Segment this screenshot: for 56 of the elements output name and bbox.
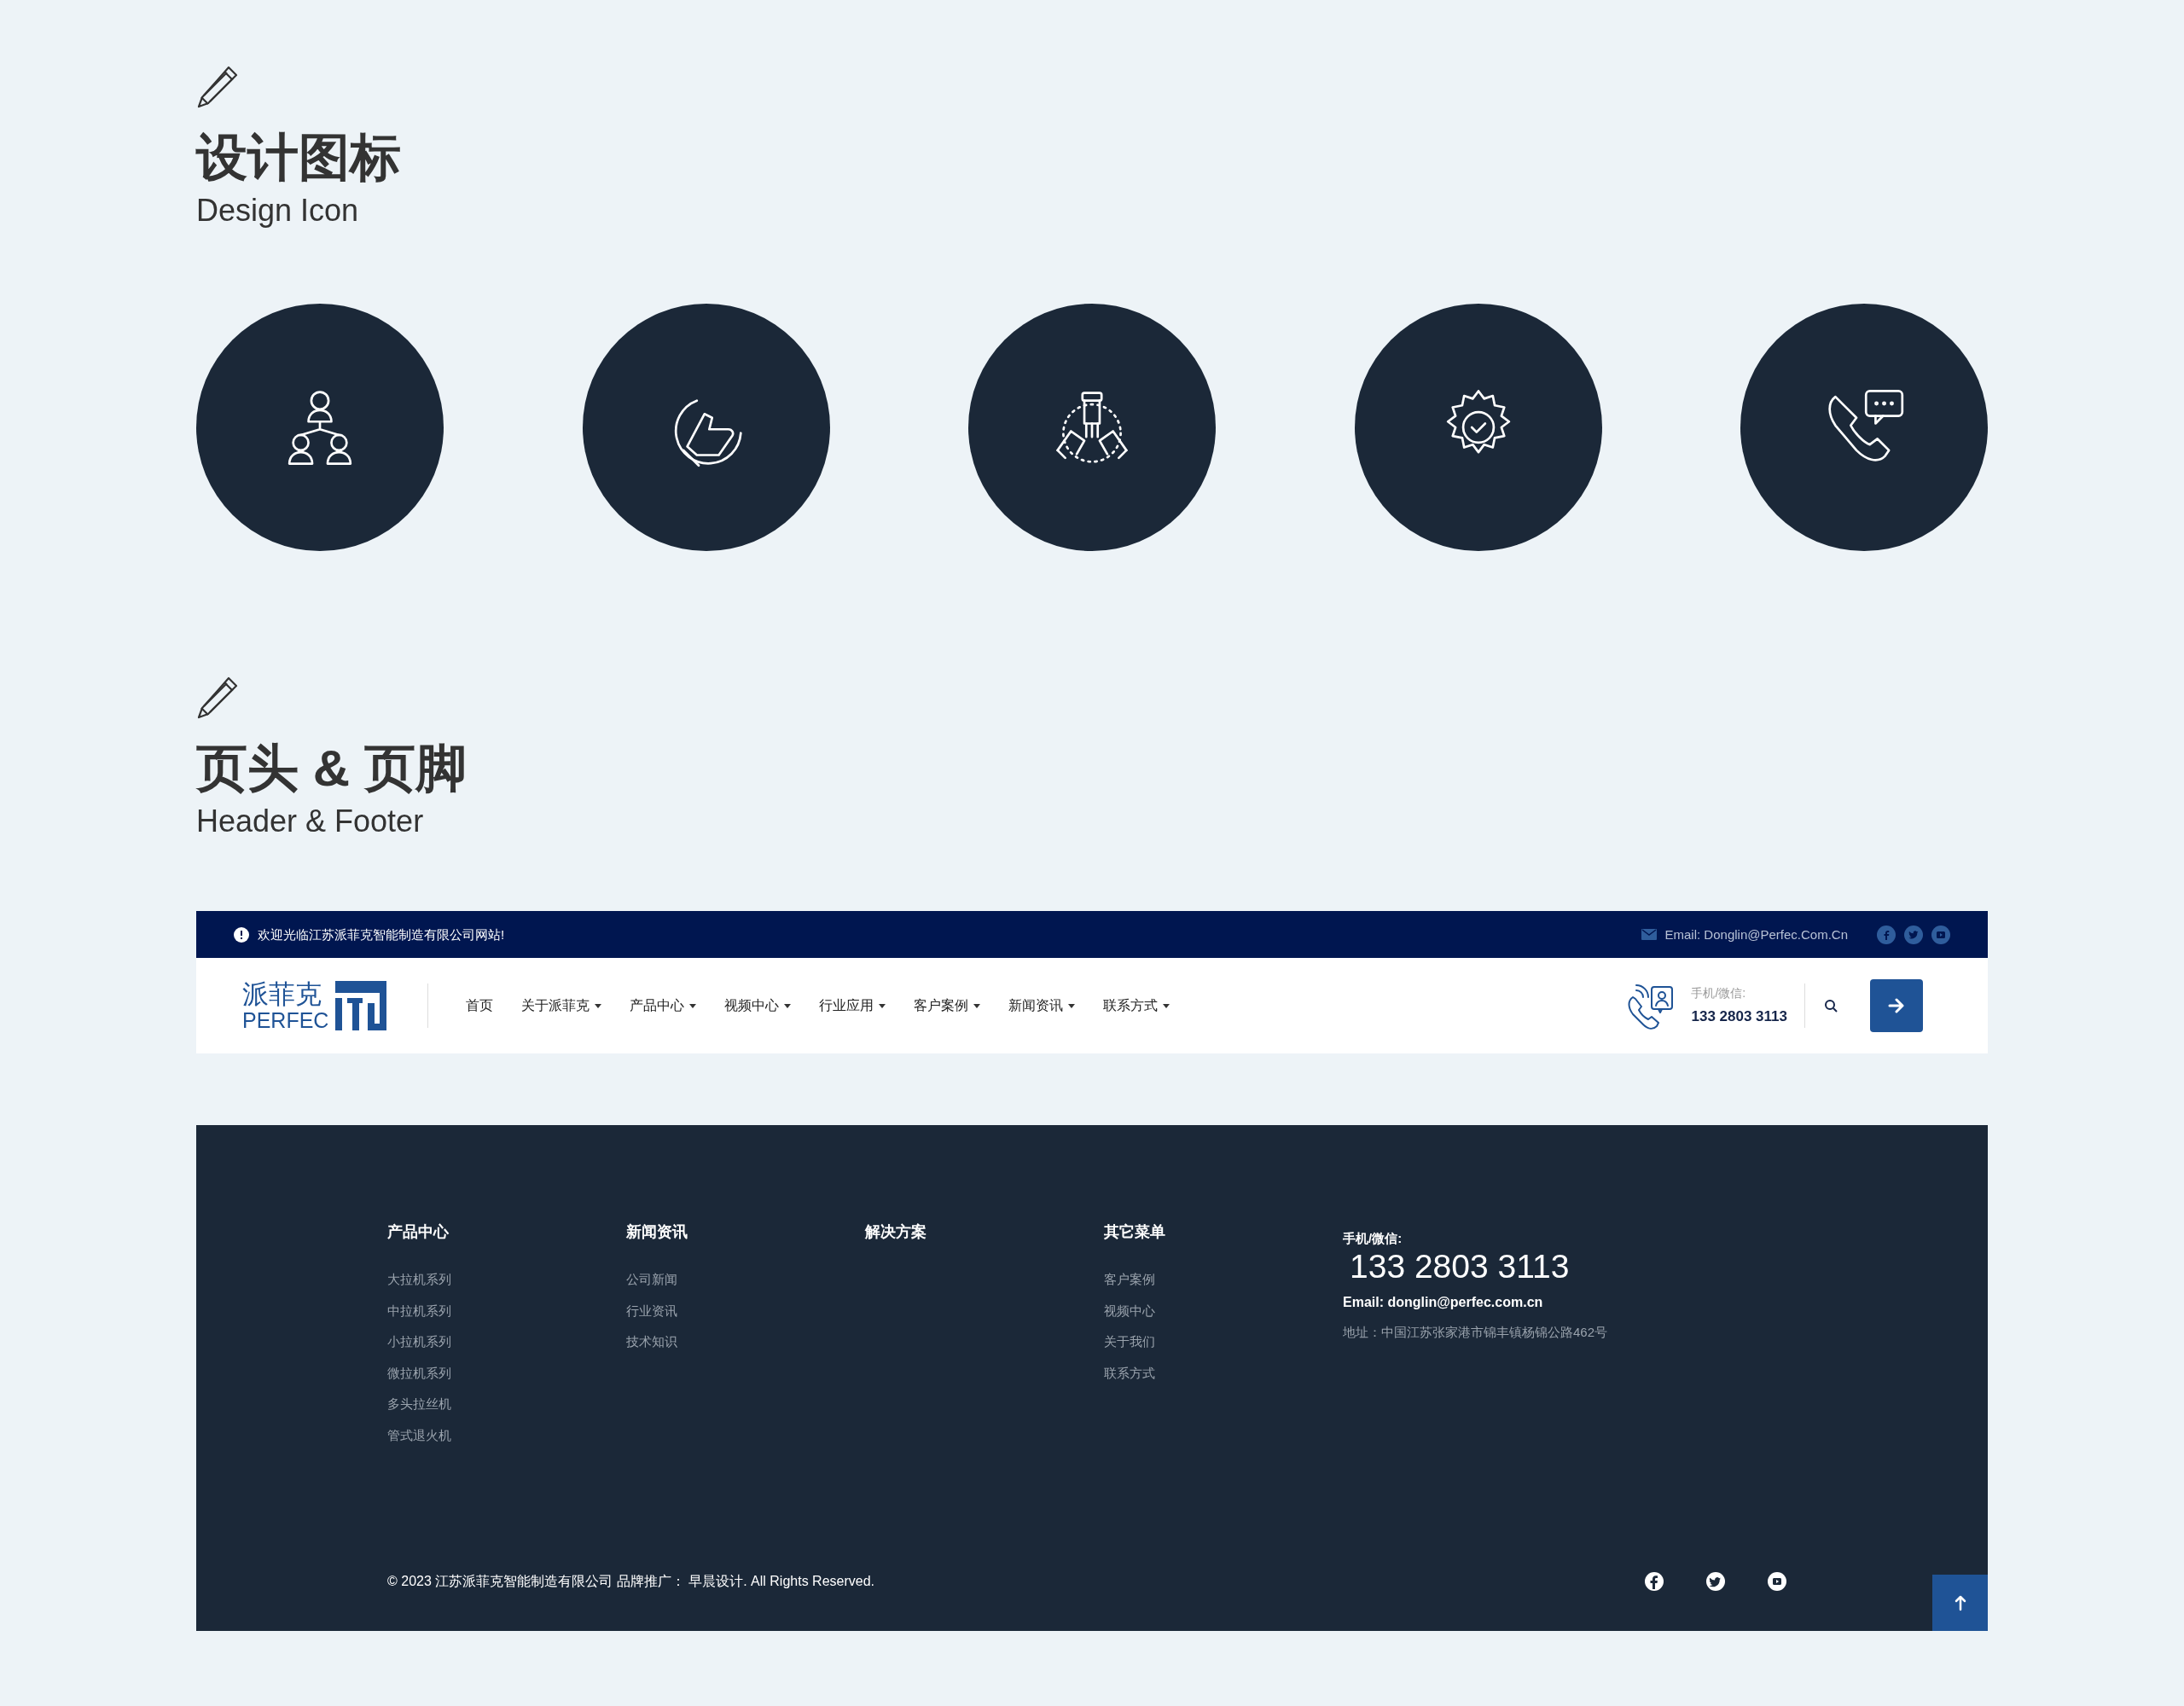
nav-item[interactable]: 产品中心 xyxy=(630,995,697,1017)
section-subtitle: Design Icon xyxy=(196,192,359,229)
footer-heading: 解决方案 xyxy=(865,1222,926,1243)
alert-icon xyxy=(234,926,249,943)
caret-icon xyxy=(1068,1003,1076,1008)
youtube-icon[interactable] xyxy=(1768,1572,1786,1592)
email-text: Email: Donglin@Perfec.Com.Cn xyxy=(1664,926,1848,943)
arrow-up-icon xyxy=(1954,1594,1966,1612)
search-icon[interactable] xyxy=(1824,999,1838,1013)
contact-label: 手机/微信: xyxy=(1343,1230,1403,1248)
section-title: 页头 & 页脚 xyxy=(196,739,467,798)
back-to-top-button[interactable] xyxy=(1932,1575,1988,1632)
nav-item[interactable]: 新闻资讯 xyxy=(1008,995,1076,1017)
footer-link[interactable]: 多头拉丝机 xyxy=(387,1389,451,1420)
footer-heading: 产品中心 xyxy=(387,1222,449,1243)
caret-icon xyxy=(973,1003,981,1008)
facebook-icon[interactable] xyxy=(1645,1572,1664,1592)
footer-link[interactable]: 视频中心 xyxy=(1104,1295,1155,1327)
footer-link[interactable]: 客户案例 xyxy=(1104,1264,1155,1296)
nav-item[interactable]: 关于派菲克 xyxy=(521,995,602,1017)
arrow-button[interactable] xyxy=(1870,979,1923,1033)
nav-item[interactable]: 联系方式 xyxy=(1103,995,1170,1017)
footer-link[interactable]: 微拉机系列 xyxy=(387,1357,451,1390)
nav-item[interactable]: 首页 xyxy=(466,995,494,1017)
footer-link[interactable]: 管式退火机 xyxy=(387,1419,451,1452)
welcome-text: 欢迎光临江苏派菲克智能制造有限公司网站! xyxy=(258,926,505,943)
contact-email: Email: donglin@perfec.com.cn xyxy=(1343,1293,1543,1311)
mail-icon xyxy=(1641,929,1657,941)
contact-phone: 133 2803 3113 xyxy=(1350,1248,1570,1285)
section-title: 设计图标 xyxy=(196,128,401,187)
footer-link[interactable]: 中拉机系列 xyxy=(387,1295,451,1327)
caret-icon xyxy=(689,1003,697,1008)
caret-icon xyxy=(1163,1003,1170,1008)
phone-label: 手机/微信: xyxy=(1691,985,1747,1002)
twitter-icon[interactable] xyxy=(1706,1572,1725,1592)
nav-item[interactable]: 视频中心 xyxy=(724,995,792,1017)
footer-heading: 新闻资讯 xyxy=(626,1222,688,1243)
caret-icon xyxy=(879,1003,886,1008)
footer-heading: 其它菜单 xyxy=(1104,1222,1165,1243)
footer-link[interactable]: 大拉机系列 xyxy=(387,1264,451,1296)
arrow-right-icon xyxy=(1888,998,1905,1014)
logo[interactable]: 派菲克 PERFEC xyxy=(242,980,387,1031)
section-subtitle: Header & Footer xyxy=(196,803,424,840)
phone-number: 133 2803 3113 xyxy=(1691,1007,1787,1027)
footer-link[interactable]: 公司新闻 xyxy=(626,1264,677,1296)
caret-icon xyxy=(595,1003,602,1008)
footer-link[interactable]: 联系方式 xyxy=(1104,1357,1155,1390)
contact-address: 地址：中国江苏张家港市锦丰镇杨锦公路462号 xyxy=(1343,1323,1608,1341)
nav-item[interactable]: 行业应用 xyxy=(819,995,886,1017)
footer-link[interactable]: 技术知识 xyxy=(626,1326,677,1358)
footer-link[interactable]: 行业资讯 xyxy=(626,1295,677,1327)
copyright-text: © 2023 江苏派菲克智能制造有限公司 品牌推广： 早晨设计. All Rights Reserved. xyxy=(387,1573,874,1591)
nav-item[interactable]: 客户案例 xyxy=(914,995,981,1017)
footer-link[interactable]: 关于我们 xyxy=(1104,1326,1155,1358)
footer-link[interactable]: 小拉机系列 xyxy=(387,1326,451,1358)
caret-icon xyxy=(784,1003,792,1008)
